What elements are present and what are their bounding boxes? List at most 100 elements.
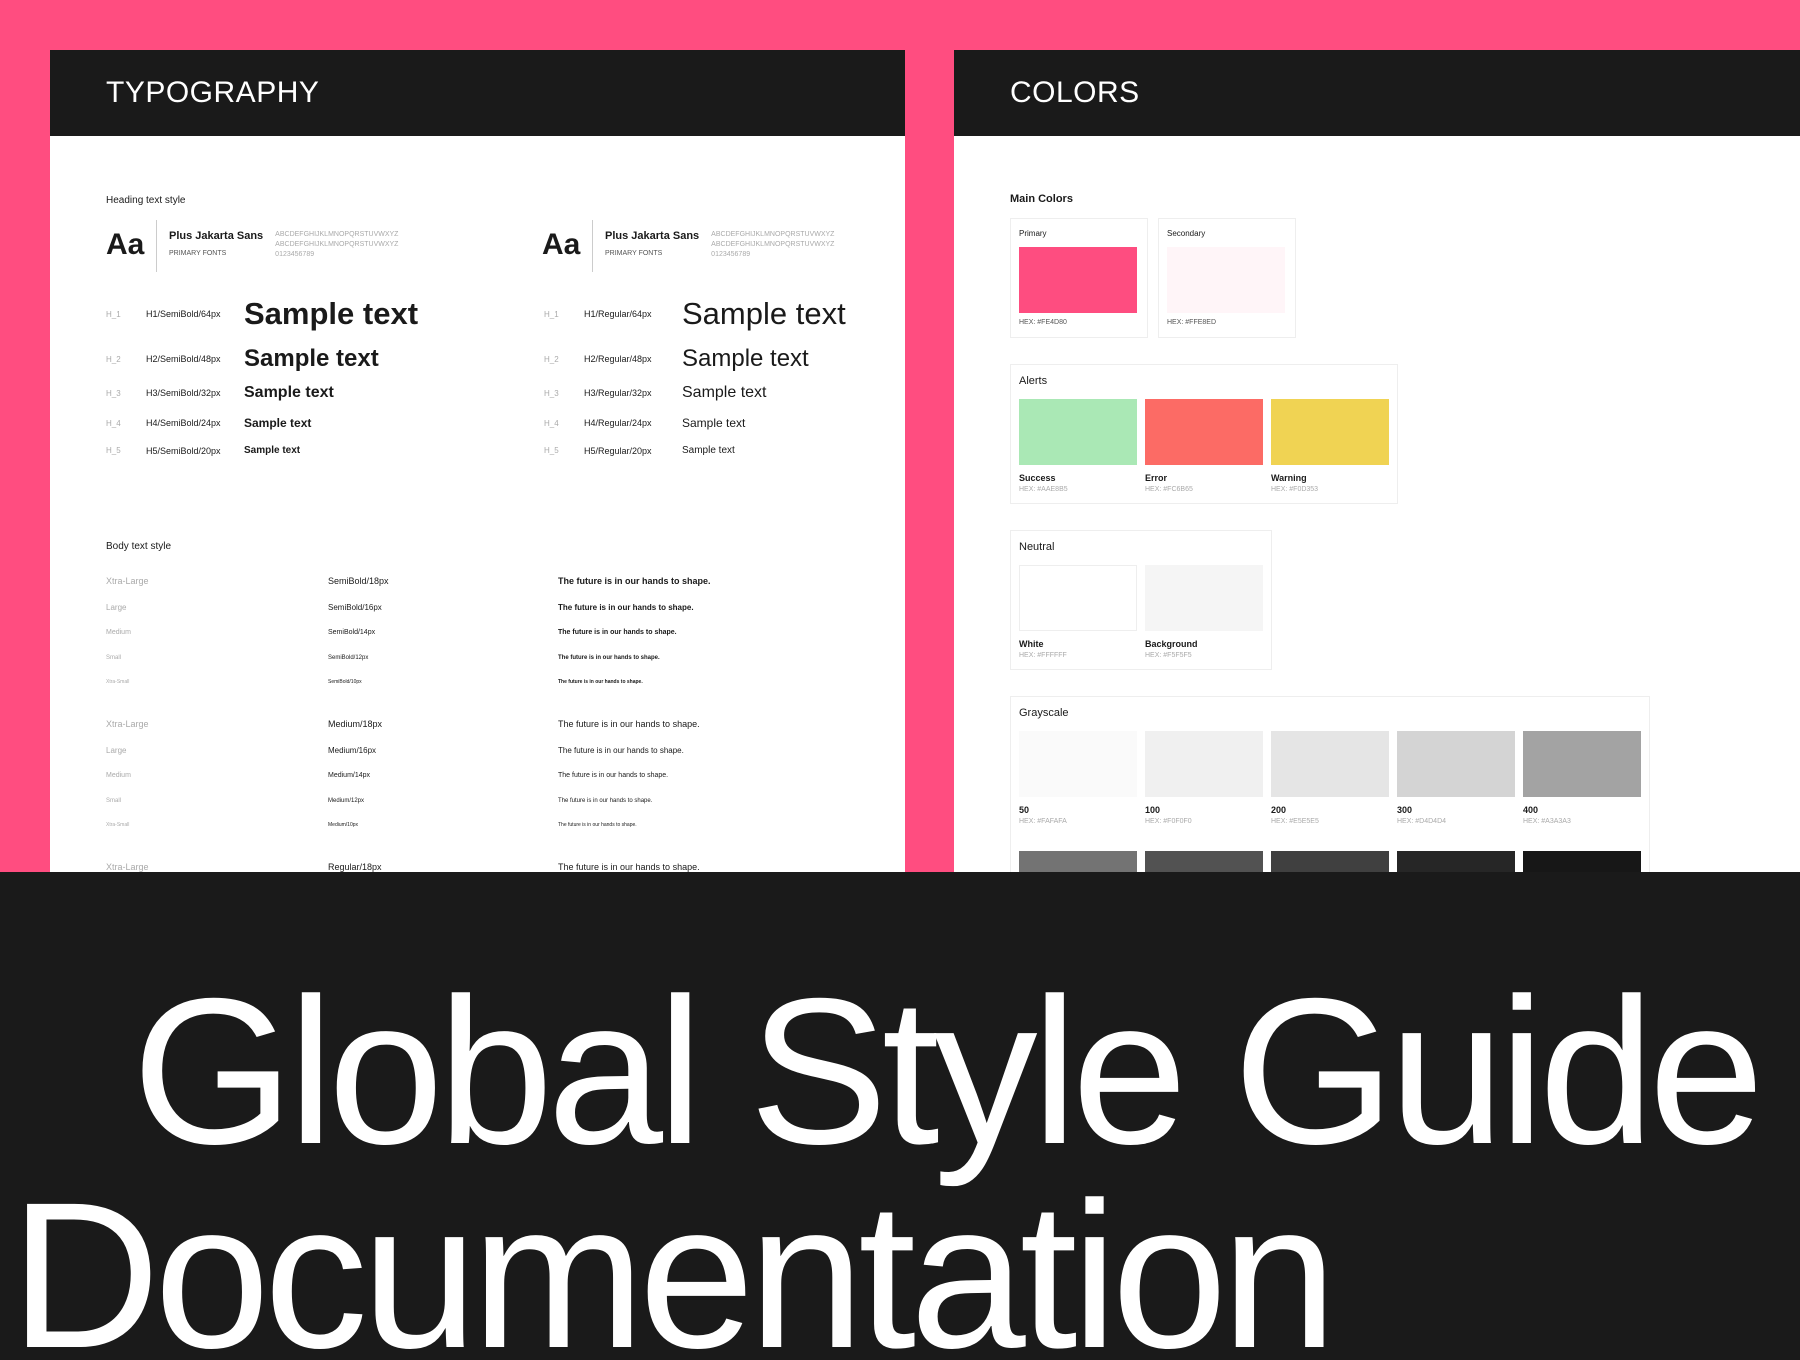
swatch-name: 100 [1145,805,1161,815]
heading-row: H_5 H5/Regular/20px Sample text [544,445,735,456]
heading-sample: Sample text [682,416,746,430]
font-name: Plus Jakarta Sans [169,230,264,242]
alphabet-line: ABCDEFGHIJKLMNOPQRSTUVWXYZ [711,231,835,238]
heading-spec: H4/SemiBold/24px [146,418,221,428]
alphabet-line: ABCDEFGHIJKLMNOPQRSTUVWXYZ [275,241,399,248]
divider [592,220,593,272]
heading-spec: H3/SemiBold/32px [146,388,221,398]
heading-tag: H_5 [106,446,121,455]
body-sample: The future is in our hands to shape. [558,655,660,661]
body-row: Small SemiBold/12px The future is in our… [106,655,866,661]
swatch-success [1019,399,1137,465]
body-row: Small Medium/12px The future is in our h… [106,798,866,804]
swatch [1271,851,1389,872]
heading-sample: Sample text [682,296,846,331]
heading-style-label: Heading text style [106,195,186,206]
body-sample: The future is in our hands to shape. [558,772,669,779]
alerts-card: Alerts Success HEX: #AAE8B5 Error HEX: #… [1010,364,1398,504]
swatch-hex: HEX: #FAFAFA [1019,818,1067,825]
body-spec: Medium/12px [328,798,365,804]
typography-header: TYPOGRAPHY [50,50,905,136]
font-alphabet: ABCDEFGHIJKLMNOPQRSTUVWXYZ ABCDEFGHIJKLM… [711,230,841,260]
body-size: Xtra-Small [106,822,130,828]
heading-tag: H_3 [544,388,559,398]
heading-spec: H2/SemiBold/48px [146,354,221,364]
swatch: Error HEX: #FC6B65 [1145,399,1263,493]
swatch [1019,851,1137,872]
swatch-hex: HEX: #FC6B65 [1145,486,1193,493]
alphabet-line: ABCDEFGHIJKLMNOPQRSTUVWXYZ [275,231,399,238]
body-sample: The future is in our hands to shape. [558,862,700,872]
swatch [1523,851,1641,872]
body-spec: Medium/10px [328,822,359,828]
heading-spec: H4/Regular/24px [584,418,652,428]
banner-title-line2: Documentation [10,1160,1337,1360]
body-size: Medium [106,772,131,779]
font-sample-aa: Aa [542,228,581,261]
swatch-hex: HEX: #F5F5F5 [1145,652,1192,659]
divider [156,220,157,272]
heading-spec: H2/Regular/48px [584,354,652,364]
swatch-warning [1271,399,1389,465]
banner-title-line1: Global Style Guide [132,956,1764,1188]
swatch-gray-200 [1271,731,1389,797]
body-size: Small [106,798,122,804]
heading-row: H_2 H2/SemiBold/48px Sample text [106,345,379,373]
heading-row: H_5 H5/SemiBold/20px Sample text [106,445,300,456]
swatch-gray-300 [1397,731,1515,797]
body-size: Small [106,655,122,661]
body-size: Xtra-Small [106,679,130,685]
heading-sample: Sample text [244,445,301,456]
body-size: Xtra-Large [106,862,149,872]
heading-tag: H_1 [544,309,559,319]
body-sample: The future is in our hands to shape. [558,576,711,586]
heading-tag: H_2 [106,354,121,364]
swatch-hex: HEX: #FFFFFF [1019,652,1067,659]
font-card: Aa Plus Jakarta Sans PRIMARY FONTS ABCDE… [106,220,405,272]
heading-spec: H1/SemiBold/64px [146,309,221,319]
body-spec: SemiBold/14px [328,629,376,636]
neutral-title: Neutral [1019,541,1055,553]
body-row: Large SemiBold/16px The future is in our… [106,603,866,612]
body-spec: SemiBold/12px [328,655,369,661]
font-sample-aa: Aa [106,228,145,261]
body-style-label: Body text style [106,541,172,552]
heading-sample: Sample text [682,345,809,372]
digits-line: 0123456789 [275,251,315,258]
swatch-secondary [1167,247,1285,313]
swatch [1145,851,1263,872]
swatch: 300 HEX: #D4D4D4 [1397,731,1515,825]
body-row: Xtra-Large Medium/18px The future is in … [106,719,866,729]
heading-tag: H_3 [106,388,121,398]
heading-row: H_3 H3/Regular/32px Sample text [544,384,766,402]
body-spec: Medium/18px [328,719,383,729]
grayscale-card: Grayscale 50 HEX: #FAFAFA 100 HEX: #F0F0… [1010,696,1650,872]
swatch-white [1019,565,1137,631]
swatch: 50 HEX: #FAFAFA [1019,731,1137,825]
heading-tag: H_1 [106,309,121,319]
swatch-name: 300 [1397,805,1413,815]
swatch-hex: HEX: #D4D4D4 [1397,818,1447,825]
swatch-hex: HEX: #E5E5E5 [1271,818,1319,825]
colors-panel: COLORS Main Colors Primary HEX: #FE4D80 … [954,50,1800,872]
body-spec: Medium/16px [328,746,377,755]
heading-row: H_4 H4/Regular/24px Sample text [544,416,745,430]
heading-tag: H_4 [106,418,121,428]
body-size: Xtra-Large [106,576,149,586]
font-alphabet: ABCDEFGHIJKLMNOPQRSTUVWXYZ ABCDEFGHIJKLM… [275,230,405,260]
body-sample: The future is in our hands to shape. [558,629,677,636]
heading-sample: Sample text [244,296,419,331]
swatch-gray-400 [1523,731,1641,797]
swatch [1397,851,1515,872]
swatch: Warning HEX: #F0D353 [1271,399,1389,493]
swatch-hex: HEX: #FFE8ED [1167,319,1217,326]
heading-row: H_3 H3/SemiBold/32px Sample text [106,384,334,402]
swatch-name: Secondary [1167,229,1206,238]
heading-sample: Sample text [682,384,767,401]
body-spec: Medium/14px [328,772,371,779]
swatch-background [1145,565,1263,631]
body-size: Large [106,603,127,612]
swatch-primary [1019,247,1137,313]
body-row: Medium SemiBold/14px The future is in ou… [106,629,866,636]
swatch-hex: HEX: #AAE8B5 [1019,486,1068,493]
